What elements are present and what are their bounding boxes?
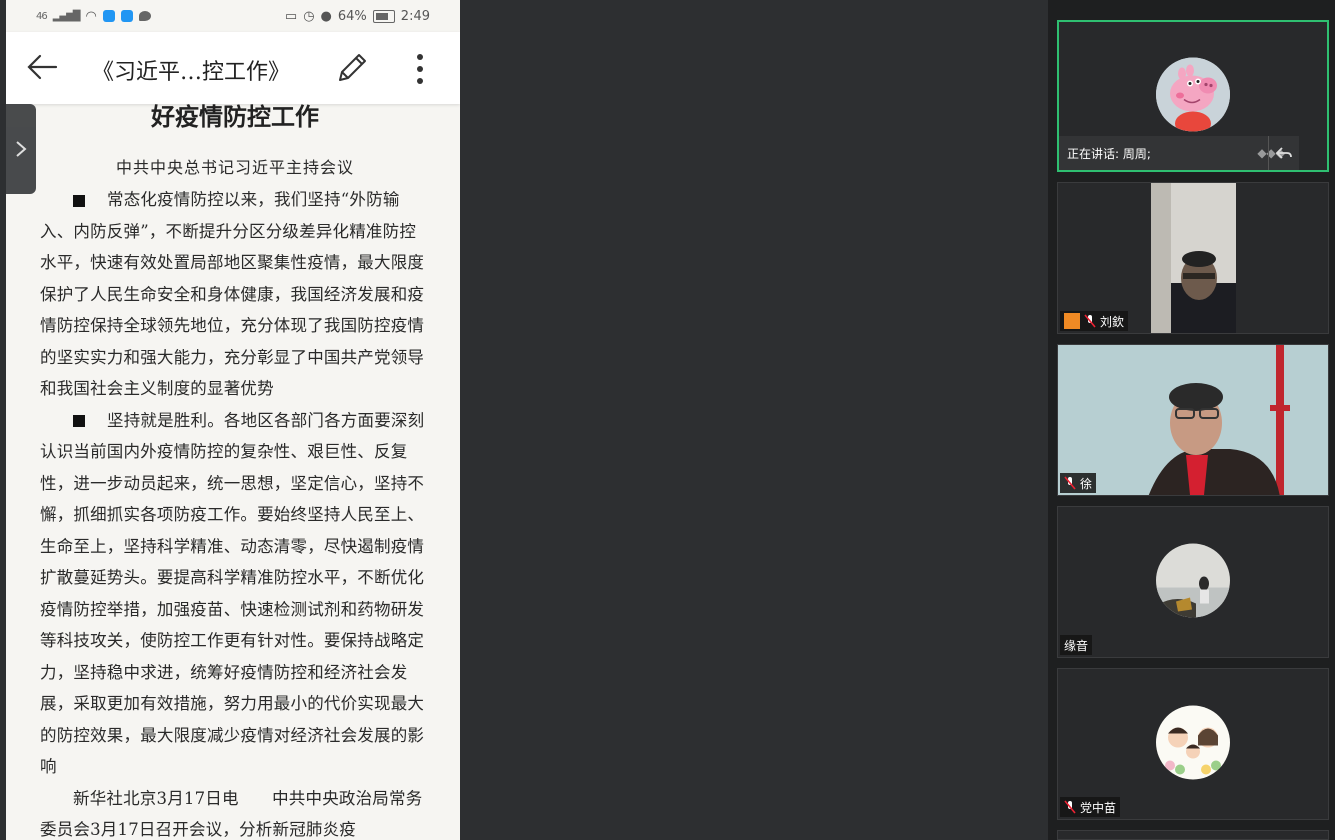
paragraph-text: 新华社北京3月17日电 中共中央政治局常务委员会3月17日召开会议，分析新冠肺炎… — [40, 788, 423, 840]
paragraph: 常态化疫情防控以来，我们坚持“外防输入、内防反弹”，不断提升分区分级差异化精准防… — [40, 184, 430, 405]
participant-video — [1058, 345, 1328, 495]
clock: 2:49 — [400, 8, 430, 24]
mic-icon: ● — [320, 8, 332, 24]
active-speaker-bar: 正在讲话: 周周; ◆◆◆ — [1059, 136, 1299, 170]
reply-icon[interactable] — [1268, 136, 1299, 170]
participant-name-tag: 缘音 — [1060, 635, 1093, 655]
bullet-square-icon — [73, 194, 85, 207]
phone-status-bar: 46 ▂▄▆█ ◠ ▭ ◷ ● 64% 2:49 — [6, 0, 460, 32]
document-heading: 好疫情防控工作 — [151, 103, 319, 131]
participant-tile[interactable]: 党中苗 — [1057, 668, 1329, 820]
paragraph: 新华社北京3月17日电 中共中央政治局常务委员会3月17日召开会议，分析新冠肺炎… — [40, 783, 430, 840]
participant-tile-active-speaker[interactable]: 正在讲话: 周周; ◆◆◆ — [1057, 20, 1329, 172]
host-icon — [1064, 313, 1080, 329]
cast-icon: ▭ — [284, 8, 298, 24]
back-arrow-icon[interactable] — [26, 50, 60, 84]
participant-video — [1151, 183, 1236, 333]
speaking-label: 正在讲话: 周周; — [1067, 146, 1151, 161]
mic-muted-icon — [1064, 800, 1076, 814]
participant-name: 刘欽 — [1100, 314, 1125, 329]
participant-tile[interactable] — [1057, 830, 1329, 840]
chevron-right-icon — [16, 141, 27, 157]
expand-panel-handle[interactable] — [6, 104, 36, 194]
participant-name-tag: 徐 — [1060, 473, 1097, 493]
paragraph-text: 常态化疫情防控以来，我们坚持“外防输入、内防反弹”，不断提升分区分级差异化精准防… — [40, 190, 425, 398]
shared-screen: 46 ▂▄▆█ ◠ ▭ ◷ ● 64% 2:49 《习近平…控工作》 好疫情防控… — [6, 0, 460, 840]
participant-name: 党中苗 — [1080, 800, 1117, 815]
mic-muted-icon — [1084, 314, 1096, 328]
participant-name: 徐 — [1080, 476, 1093, 491]
alarm-icon: ◷ — [303, 8, 315, 24]
battery-icon — [372, 9, 395, 23]
paragraph: 坚持就是胜利。各地区各部门各方面要深刻认识当前国内外疫情防控的复杂性、艰巨性、反… — [40, 405, 430, 783]
signal-strength-icon: ▂▄▆█ — [52, 10, 81, 22]
document-subheading: 中共中央总书记习近平主持会议 — [115, 158, 354, 177]
battery-percent: 64% — [337, 8, 367, 24]
shield-app-icon — [102, 10, 115, 22]
cartoon-family-avatar — [1156, 705, 1230, 780]
participant-name: 缘音 — [1064, 638, 1089, 653]
bullet-square-icon — [73, 415, 85, 427]
wifi-icon: ◠ — [85, 8, 97, 24]
peppa-pig-avatar — [1156, 57, 1230, 132]
participant-tile[interactable]: 徐 — [1057, 344, 1329, 496]
more-options-icon[interactable] — [410, 52, 430, 86]
document-title: 《习近平…控工作》 — [92, 60, 291, 85]
document-body: 好疫情防控工作 中共中央总书记习近平主持会议 常态化疫情防控以来，我们坚持“外防… — [40, 104, 430, 840]
participant-name-tag: 党中苗 — [1060, 797, 1121, 817]
paragraph-text: 坚持就是胜利。各地区各部门各方面要深刻认识当前国内外疫情防控的复杂性、艰巨性、反… — [40, 410, 425, 777]
document-app-bar: 《习近平…控工作》 — [6, 32, 460, 104]
participant-tile[interactable]: 刘欽 — [1057, 182, 1329, 334]
search-app-icon — [120, 10, 133, 22]
participant-tile[interactable]: 缘音 — [1057, 506, 1329, 658]
chat-icon — [138, 11, 151, 21]
signal-icon: 46 — [36, 10, 48, 22]
participant-name-tag: 刘欽 — [1060, 311, 1129, 331]
seaside-photo-avatar — [1156, 543, 1230, 618]
pencil-edit-icon[interactable] — [334, 50, 368, 86]
mic-muted-icon — [1064, 476, 1076, 490]
